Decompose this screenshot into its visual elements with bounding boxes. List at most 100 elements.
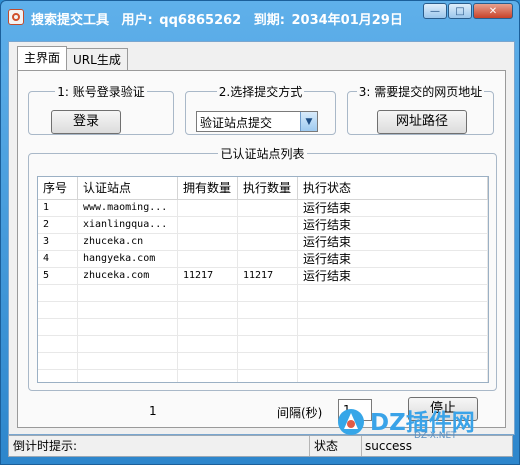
column-header-site[interactable]: 认证站点 bbox=[78, 177, 178, 199]
stop-button[interactable]: 停止 bbox=[408, 397, 478, 421]
cell-site: zhuceka.cn bbox=[78, 234, 178, 250]
status-label-cell: 状态 bbox=[309, 436, 362, 456]
empty-cell bbox=[178, 353, 238, 369]
count-value: 1 bbox=[149, 404, 157, 418]
cell-status: 运行结束 bbox=[298, 200, 488, 216]
empty-cell bbox=[178, 302, 238, 318]
empty-table-row bbox=[38, 285, 488, 302]
cell-index: 4 bbox=[38, 251, 78, 267]
column-header-owned[interactable]: 拥有数量 bbox=[178, 177, 238, 199]
minimize-icon: — bbox=[430, 5, 440, 17]
table-row[interactable]: 3 zhuceka.cn 运行结束 bbox=[38, 234, 488, 251]
site-table[interactable]: 序号 认证站点 拥有数量 执行数量 执行状态 1 www.maoming... 运行… bbox=[37, 176, 489, 383]
status-value: success bbox=[365, 439, 412, 453]
tab-url-generate[interactable]: URL生成 bbox=[66, 48, 128, 70]
cell-index: 5 bbox=[38, 268, 78, 284]
chevron-down-icon[interactable]: ▼ bbox=[300, 112, 317, 131]
column-header-index[interactable]: 序号 bbox=[38, 177, 78, 199]
submit-mode-select[interactable]: 验证站点提交 ▼ bbox=[196, 111, 318, 132]
submit-mode-legend: 2.选择提交方式 bbox=[218, 85, 303, 99]
app-logo-icon bbox=[8, 9, 24, 25]
column-header-status[interactable]: 执行状态 bbox=[298, 177, 488, 199]
empty-cell bbox=[78, 353, 178, 369]
empty-cell bbox=[238, 370, 298, 382]
cell-owned bbox=[178, 200, 238, 216]
minimize-button[interactable]: — bbox=[423, 3, 447, 19]
close-button[interactable]: ✕ bbox=[473, 3, 513, 19]
cell-site: hangyeka.com bbox=[78, 251, 178, 267]
cell-owned: 11217 bbox=[178, 268, 238, 284]
interval-input[interactable]: 1 bbox=[338, 399, 372, 421]
login-group-legend: 1: 账号登录验证 bbox=[57, 85, 145, 99]
cell-index: 1 bbox=[38, 200, 78, 216]
cell-executed bbox=[238, 217, 298, 233]
cell-status: 运行结束 bbox=[298, 251, 488, 267]
cell-site: www.maoming... bbox=[78, 200, 178, 216]
url-group: 3: 需要提交的网页地址 网址路径 bbox=[347, 83, 494, 135]
empty-cell bbox=[38, 285, 78, 301]
maximize-button[interactable]: □ bbox=[448, 3, 472, 19]
table-body: 1 www.maoming... 运行结束 2 xianlingqua... 运行结束 3 z… bbox=[38, 200, 488, 382]
window-title: 搜索提交工具 用户: qq6865262 到期: 2034年01月29日 bbox=[31, 9, 411, 28]
empty-cell bbox=[38, 353, 78, 369]
empty-cell bbox=[238, 353, 298, 369]
empty-cell bbox=[38, 319, 78, 335]
app-name: 搜索提交工具 bbox=[31, 13, 110, 28]
table-row[interactable]: 4 hangyeka.com 运行结束 bbox=[38, 251, 488, 268]
cell-executed bbox=[238, 234, 298, 250]
empty-cell bbox=[238, 285, 298, 301]
empty-cell bbox=[238, 302, 298, 318]
status-value-cell: success bbox=[361, 436, 512, 456]
cell-status: 运行结束 bbox=[298, 268, 488, 284]
empty-cell bbox=[178, 285, 238, 301]
user-label: 用户: bbox=[121, 13, 153, 28]
close-icon: ✕ bbox=[488, 5, 498, 17]
user-value: qq6865262 bbox=[159, 13, 242, 28]
empty-cell bbox=[78, 370, 178, 382]
empty-cell bbox=[298, 370, 488, 382]
empty-cell bbox=[238, 319, 298, 335]
window-controls: — □ ✕ bbox=[422, 3, 513, 19]
empty-cell bbox=[178, 336, 238, 352]
url-path-button[interactable]: 网址路径 bbox=[377, 110, 467, 134]
empty-cell bbox=[38, 336, 78, 352]
tab-main[interactable]: 主界面 bbox=[17, 46, 68, 70]
table-header: 序号 认证站点 拥有数量 执行数量 执行状态 bbox=[38, 177, 488, 200]
empty-cell bbox=[38, 370, 78, 382]
empty-cell bbox=[38, 302, 78, 318]
empty-cell bbox=[298, 302, 488, 318]
cell-executed bbox=[238, 200, 298, 216]
empty-cell bbox=[78, 285, 178, 301]
table-row[interactable]: 2 xianlingqua... 运行结束 bbox=[38, 217, 488, 234]
empty-table-row bbox=[38, 336, 488, 353]
countdown-label: 倒计时提示: bbox=[13, 439, 78, 453]
cell-site: xianlingqua... bbox=[78, 217, 178, 233]
column-header-executed[interactable]: 执行数量 bbox=[238, 177, 298, 199]
cell-status: 运行结束 bbox=[298, 234, 488, 250]
empty-cell bbox=[298, 336, 488, 352]
login-button[interactable]: 登录 bbox=[51, 110, 121, 134]
cell-owned bbox=[178, 217, 238, 233]
empty-table-row bbox=[38, 353, 488, 370]
cell-status: 运行结束 bbox=[298, 217, 488, 233]
empty-cell bbox=[78, 319, 178, 335]
status-bar: 倒计时提示: 状态 success bbox=[8, 435, 513, 457]
interval-label: 间隔(秒) bbox=[277, 406, 323, 420]
tab-strip: 主界面 URL生成 bbox=[17, 46, 128, 70]
empty-table-row bbox=[38, 302, 488, 319]
empty-cell bbox=[178, 370, 238, 382]
login-group: 1: 账号登录验证 登录 bbox=[28, 83, 174, 135]
empty-cell bbox=[298, 285, 488, 301]
expire-label: 到期: bbox=[253, 13, 285, 28]
empty-table-row bbox=[38, 319, 488, 336]
cell-site: zhuceka.com bbox=[78, 268, 178, 284]
status-label: 状态 bbox=[314, 439, 339, 453]
table-row[interactable]: 1 www.maoming... 运行结束 bbox=[38, 200, 488, 217]
empty-cell bbox=[78, 336, 178, 352]
app-window: 搜索提交工具 用户: qq6865262 到期: 2034年01月29日 — □… bbox=[0, 0, 520, 465]
countdown-cell: 倒计时提示: bbox=[9, 436, 310, 456]
cell-index: 2 bbox=[38, 217, 78, 233]
submit-mode-group: 2.选择提交方式 验证站点提交 ▼ bbox=[185, 83, 336, 135]
expire-value: 2034年01月29日 bbox=[291, 13, 403, 28]
table-row[interactable]: 5 zhuceka.com 11217 11217 运行结束 bbox=[38, 268, 488, 285]
